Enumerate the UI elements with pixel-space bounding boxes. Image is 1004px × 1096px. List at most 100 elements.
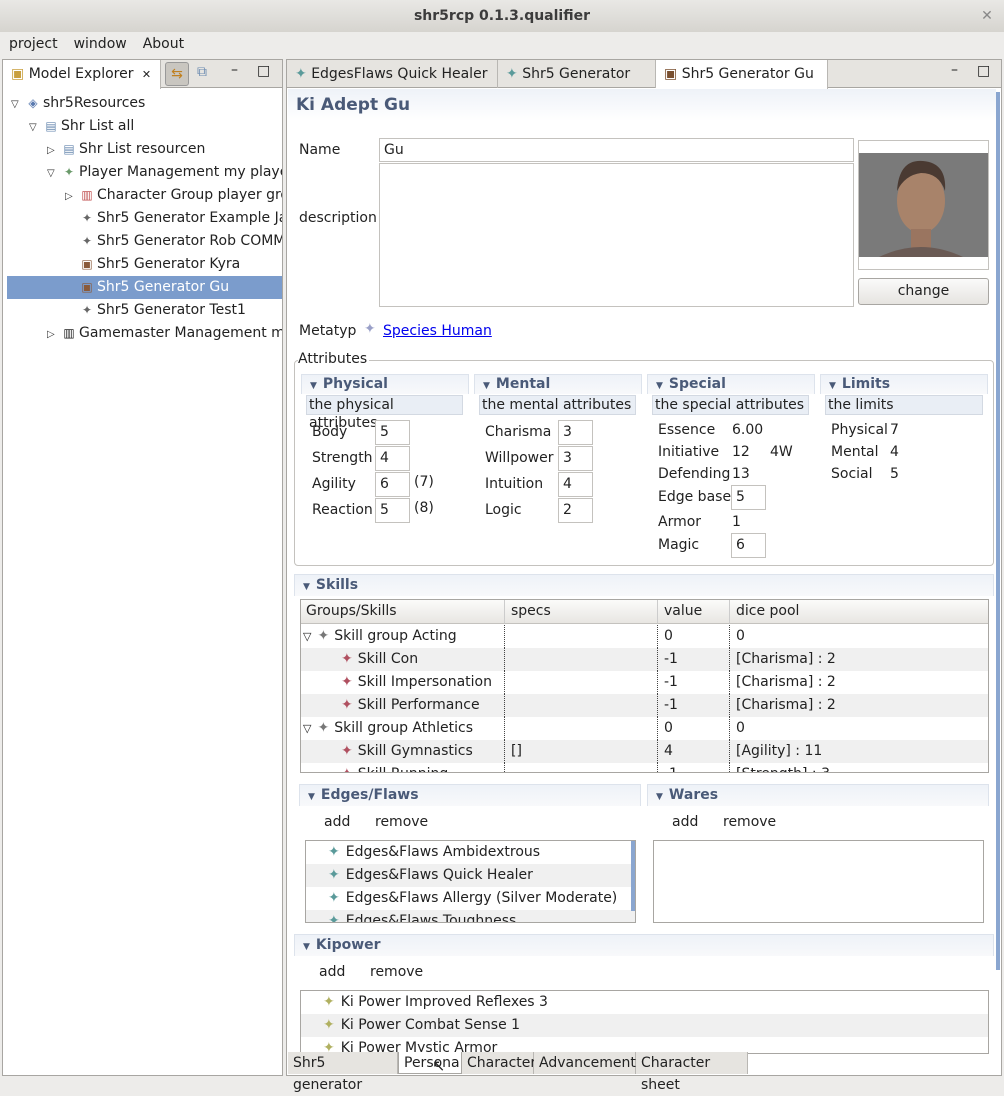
page-tab-advancement[interactable]: Advancement — [534, 1052, 636, 1074]
expand-closed-icon[interactable]: ▷ — [65, 185, 79, 207]
maximize-icon[interactable]: □ — [977, 63, 990, 79]
list-item[interactable]: ✦ Edges&Flaws Allergy (Silver Moderate) — [306, 887, 635, 910]
edges-flaws-section-header[interactable]: ▼ Edges/Flaws — [299, 784, 641, 806]
item-icon: ✦ — [328, 867, 340, 883]
section-title: Limits — [841, 376, 891, 392]
tab-model-explorer[interactable]: ▣ Model Explorer ✕ — [3, 60, 161, 89]
skill-icon: ✦ — [341, 766, 353, 772]
kipower-remove-button[interactable]: remove — [370, 964, 423, 980]
change-image-button[interactable]: change — [858, 278, 989, 305]
limit-label: Mental — [831, 444, 879, 460]
page-tab-character[interactable]: Character — [462, 1052, 536, 1074]
attribute-logic-input[interactable]: 2 — [558, 498, 593, 523]
kipower-add-button[interactable]: add — [319, 964, 345, 980]
maximize-icon[interactable]: □ — [257, 63, 270, 79]
tree-item[interactable]: ▷ ▥ Character Group player gro — [7, 184, 282, 207]
skill-row[interactable]: ✦ Skill Gymnastics[] 4 [Agility] : 11 — [301, 740, 988, 763]
close-tab-icon[interactable]: ✕ — [142, 68, 151, 81]
magic-input[interactable]: 6 — [731, 533, 766, 558]
attribute-strength-input[interactable]: 4 — [375, 446, 410, 471]
tree-item[interactable]: ▽ ◈ shr5Resources — [7, 92, 282, 115]
close-window-button[interactable]: ✕ — [976, 6, 998, 26]
link-with-editor-icon[interactable]: ⇆ — [165, 62, 189, 86]
tab-shr5-generator[interactable]: ✦ Shr5 Generator — [498, 60, 656, 88]
list-item[interactable]: ✦ Edges&Flaws Ambidextrous — [306, 841, 635, 864]
mental-attributes-header[interactable]: ▼ Mental — [474, 374, 642, 394]
physical-attributes-header[interactable]: ▼ Physical — [301, 374, 469, 394]
tree-item[interactable]: ▽ ✦ Player Management my player — [7, 161, 282, 184]
mental-description: the mental attributes — [479, 395, 636, 415]
expand-closed-icon[interactable]: ▷ — [47, 139, 61, 161]
menu-about[interactable]: About — [134, 32, 191, 52]
expand-open-icon[interactable]: ▽ — [11, 93, 25, 115]
tab-shr5-generator-gu[interactable]: ▣ Shr5 Generator Gu ✕ — [656, 60, 828, 109]
armor-value: 1 — [732, 514, 741, 530]
tree-item[interactable]: ▷ ▥ Gamemaster Management my — [7, 322, 282, 345]
page-tab-character-sheet[interactable]: Character sheet — [636, 1052, 748, 1093]
skill-row[interactable]: ✦ Skill Running -1[Strength] : 3 — [301, 763, 988, 772]
attribute-reaction-input[interactable]: 5 — [375, 498, 410, 523]
tree-item[interactable]: ▷ ▤ Shr List resourcen — [7, 138, 282, 161]
list-item[interactable]: ✦ Edges&Flaws Toughness — [306, 910, 635, 922]
tab-edgesflaws-quick-healer[interactable]: ✦ EdgesFlaws Quick Healer — [287, 60, 498, 88]
tree-item[interactable]: ✦ Shr5 Generator Test1 — [7, 299, 282, 322]
skill-row[interactable]: ✦ Skill Impersonation -1 [Charisma] : 2 — [301, 671, 988, 694]
skills-section-header[interactable]: ▼ Skills — [294, 574, 994, 596]
special-attributes-header[interactable]: ▼ Special — [647, 374, 815, 394]
attribute-charisma-input[interactable]: 3 — [558, 420, 593, 445]
list-item[interactable]: ✦ Ki Power Combat Sense 1 — [301, 1014, 988, 1037]
list-item[interactable]: ✦ Edges&Flaws Quick Healer — [306, 864, 635, 887]
tree-item[interactable]: ▣ Shr5 Generator Gu — [7, 276, 282, 299]
minimize-icon[interactable]: – — [231, 62, 238, 78]
description-textarea[interactable] — [379, 163, 854, 307]
name-input[interactable]: Gu — [379, 138, 854, 162]
kipower-section-header[interactable]: ▼ Kipower — [294, 934, 994, 956]
expand-open-icon[interactable]: ▽ — [303, 722, 311, 735]
list-item-label: Edges&Flaws Allergy (Silver Moderate) — [345, 890, 618, 906]
column-header-value[interactable]: value — [657, 600, 732, 623]
skill-row[interactable]: ▽ ✦ Skill group Acting 0 0 — [301, 625, 988, 648]
minimize-icon[interactable]: – — [951, 62, 958, 78]
tree-item[interactable]: ▣ Shr5 Generator Kyra — [7, 253, 282, 276]
edge-input[interactable]: 5 — [731, 485, 766, 510]
expand-open-icon[interactable]: ▽ — [47, 162, 61, 184]
initiative-dice: 4W — [770, 444, 793, 460]
collapse-all-icon[interactable]: ⧉ — [197, 64, 207, 80]
skill-row[interactable]: ✦ Skill Con -1 [Charisma] : 2 — [301, 648, 988, 671]
list-item[interactable]: ✦ Ki Power Improved Reflexes 3 — [301, 991, 988, 1014]
wares-section-header[interactable]: ▼ Wares — [647, 784, 989, 806]
edges-remove-button[interactable]: remove — [375, 814, 428, 830]
attribute-intuition-input[interactable]: 4 — [558, 472, 593, 497]
expand-open-icon[interactable]: ▽ — [29, 116, 43, 138]
vertical-scrollbar[interactable] — [996, 92, 1000, 970]
edges-flaws-list: ✦ Edges&Flaws Ambidextrous ✦ Edges&Flaws Qu… — [305, 840, 636, 923]
skill-row[interactable]: ▽ ✦ Skill group Athletics 0 0 — [301, 717, 988, 740]
expand-closed-icon[interactable]: ▷ — [47, 323, 61, 345]
name-label: Name — [299, 142, 341, 158]
attribute-body-input[interactable]: 5 — [375, 420, 410, 445]
edges-add-button[interactable]: add — [324, 814, 350, 830]
column-header-specs[interactable]: specs — [504, 600, 659, 623]
skill-name: Skill group Acting — [334, 628, 457, 644]
skill-name-cell: ✦ Skill Performance — [341, 694, 503, 717]
page-tab-persona[interactable]: Persona — [398, 1052, 462, 1074]
menu-window[interactable]: window — [65, 32, 134, 52]
section-title: Edges/Flaws — [320, 787, 419, 803]
page-tab-shr5-generator[interactable]: Shr5 generator — [288, 1052, 398, 1093]
tree-item-label: Character Group player gro — [97, 187, 282, 203]
tree-item[interactable]: ✦ Shr5 Generator Rob COMM — [7, 230, 282, 253]
attribute-agility-input[interactable]: 6 — [375, 472, 410, 497]
tree-item[interactable]: ✦ Shr5 Generator Example Ja — [7, 207, 282, 230]
column-header-groups[interactable]: Groups/Skills — [306, 600, 397, 623]
limits-attributes-header[interactable]: ▼ Limits — [820, 374, 988, 394]
wares-remove-button[interactable]: remove — [723, 814, 776, 830]
list-scrollbar[interactable] — [631, 841, 635, 911]
menu-project[interactable]: project — [0, 32, 65, 52]
column-header-dice-pool[interactable]: dice pool — [729, 600, 988, 623]
skill-row[interactable]: ✦ Skill Performance -1 [Charisma] : 2 — [301, 694, 988, 717]
expand-open-icon[interactable]: ▽ — [303, 630, 311, 643]
wares-add-button[interactable]: add — [672, 814, 698, 830]
species-link[interactable]: Species Human — [383, 323, 492, 339]
attribute-willpower-input[interactable]: 3 — [558, 446, 593, 471]
tree-item[interactable]: ▽ ▤ Shr List all — [7, 115, 282, 138]
